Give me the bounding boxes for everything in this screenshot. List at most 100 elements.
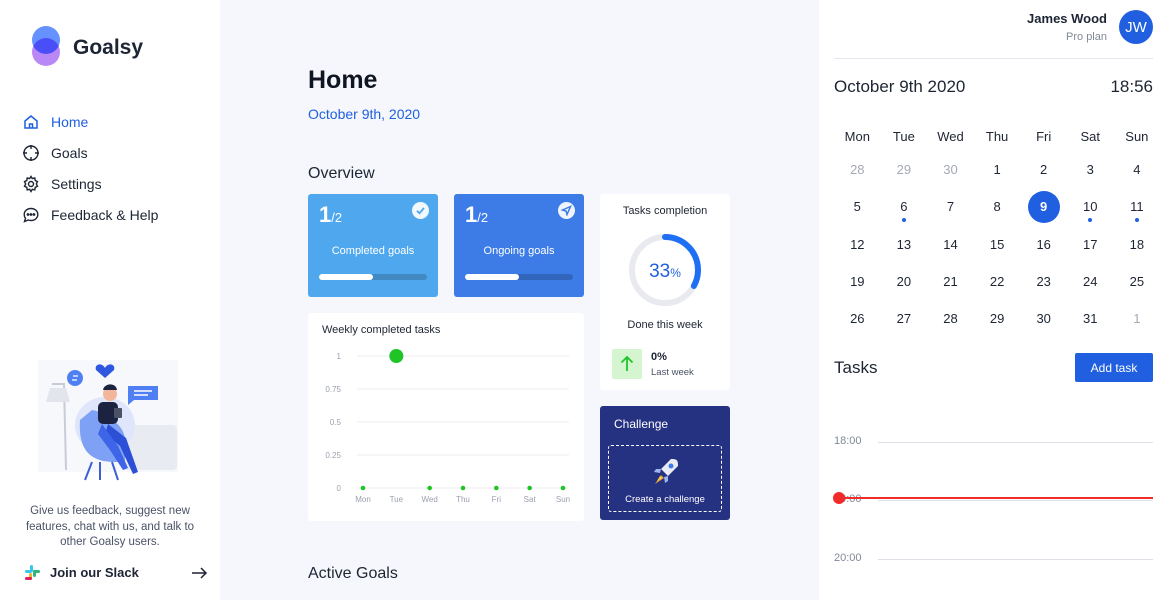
calendar-week-row: 12 13 14 15 16 17 18 (834, 226, 1160, 263)
calendar-day[interactable]: 20 (881, 263, 928, 300)
sidebar-item-label: Home (51, 113, 89, 130)
calendar-day[interactable]: 5 (834, 188, 881, 225)
calendar-day[interactable]: 17 (1067, 226, 1114, 263)
ongoing-goals-card[interactable]: 1/2 Ongoing goals (454, 194, 584, 297)
timeline-line (878, 500, 1153, 501)
avatar[interactable]: JW (1119, 10, 1153, 44)
x-tick-label: Sun (556, 495, 570, 504)
calendar-day[interactable]: 18 (1114, 226, 1161, 263)
calendar-day-number: 8 (993, 199, 1001, 215)
tasks-completion-percent: 33% (649, 261, 681, 282)
calendar-day[interactable]: 4 (1114, 151, 1161, 188)
target-icon (22, 144, 40, 162)
x-tick-label: Tue (390, 495, 404, 504)
divider (834, 58, 1153, 59)
x-tick-label: Thu (456, 495, 470, 504)
calendar-day[interactable]: 1 (1114, 300, 1161, 337)
slack-label: Join our Slack (50, 565, 139, 580)
calendar-day[interactable]: 27 (881, 300, 928, 337)
create-challenge-button[interactable]: Create a challenge (608, 445, 722, 512)
brand-name: Goalsy (73, 36, 144, 59)
calendar-day[interactable]: 1 (974, 151, 1021, 188)
sidebar-item-home[interactable]: Home (22, 106, 158, 137)
calendar-day-number: 25 (1129, 274, 1145, 290)
calendar-day-number: 16 (1036, 236, 1051, 252)
calendar-day[interactable]: 30 (927, 151, 974, 188)
gear-icon (22, 174, 40, 193)
arrow-right-icon (191, 566, 208, 579)
calendar-day-number: 31 (1083, 311, 1098, 327)
calendar-day[interactable]: 23 (1020, 263, 1067, 300)
weekly-tasks-card: Weekly completed tasks 0 0.25 0.5 0.75 1 Mon T… (308, 313, 584, 521)
y-tick-label: 0.25 (325, 451, 341, 460)
join-slack-link[interactable]: Join our Slack (24, 564, 208, 581)
sidebar-item-settings[interactable]: Settings (22, 168, 158, 199)
weekday-label: Thu (985, 128, 1009, 144)
calendar-day-number: 9 (1027, 190, 1060, 223)
calendar-day-number: 19 (850, 274, 865, 290)
calendar-day[interactable]: 13 (881, 226, 928, 263)
challenge-title: Challenge (614, 417, 669, 431)
calendar-day-number: 27 (896, 311, 912, 327)
calendar-day[interactable]: 29 (881, 151, 928, 188)
sidebar-item-label: Goals (51, 144, 88, 161)
calendar-day[interactable]: 30 (1020, 300, 1067, 337)
sidebar: Goalsy Home Goals Settings Feedback & He… (0, 0, 220, 600)
calendar-day-number: 26 (850, 311, 865, 327)
calendar-day-number: 3 (1086, 162, 1094, 178)
sidebar-item-goals[interactable]: Goals (22, 137, 158, 168)
calendar-day-number: 29 (989, 311, 1005, 327)
calendar-day-number: 30 (943, 162, 958, 178)
completed-goals-card[interactable]: 1/2 Completed goals (308, 194, 438, 297)
calendar-day-number: 5 (853, 199, 861, 215)
calendar-day[interactable]: 7 (927, 188, 974, 225)
calendar-day[interactable]: 12 (834, 226, 881, 263)
calendar-day[interactable]: 3 (1067, 151, 1114, 188)
y-tick-label: 0.5 (330, 418, 342, 427)
current-time-dot (833, 492, 845, 504)
calendar-day[interactable]: 15 (974, 226, 1021, 263)
y-tick-label: 1 (337, 352, 342, 361)
calendar-day[interactable]: 19 (834, 263, 881, 300)
check-icon (412, 202, 429, 219)
chart-point (389, 349, 404, 363)
calendar-day[interactable]: 22 (974, 263, 1021, 300)
calendar-day[interactable]: 28 (927, 300, 974, 337)
completed-goals-count: 1/2 (319, 202, 343, 227)
calendar-day[interactable]: 14 (927, 226, 974, 263)
overview-title: Overview (308, 165, 375, 182)
tasks-title: Tasks (834, 358, 878, 377)
calendar-day[interactable]: 2 (1020, 151, 1067, 188)
calendar-day-number: 15 (989, 236, 1005, 252)
x-tick-label: Mon (355, 495, 371, 504)
calendar-day[interactable]: 11 (1114, 188, 1161, 225)
create-challenge-label: Create a challenge (625, 494, 705, 505)
calendar-day[interactable]: 31 (1067, 300, 1114, 337)
calendar-day[interactable]: 26 (834, 300, 881, 337)
calendar-day[interactable]: 8 (974, 188, 1021, 225)
x-tick-label: Wed (422, 495, 438, 504)
chart-point (560, 485, 566, 491)
calendar-day-number: 28 (850, 162, 865, 178)
sidebar-item-label: Feedback & Help (51, 206, 159, 223)
page-title: Home (308, 66, 378, 94)
add-task-button[interactable]: Add task (1075, 353, 1153, 382)
calendar-day[interactable]: 6 (881, 188, 928, 225)
sidebar-item-feedback[interactable]: Feedback & Help (22, 199, 158, 230)
calendar-day-number: 2 (1040, 162, 1048, 178)
chart-point (460, 485, 466, 491)
timeline-line (878, 559, 1153, 560)
calendar-day[interactable]: 29 (974, 300, 1021, 337)
calendar-day[interactable]: 16 (1020, 226, 1067, 263)
calendar-day-number: 11 (1130, 199, 1144, 215)
last-week-label: Last week (651, 367, 694, 378)
calendar-day[interactable]: 24 (1067, 263, 1114, 300)
calendar-day[interactable]: 10 (1067, 188, 1114, 225)
slack-icon (24, 564, 41, 581)
calendar-day[interactable]: 28 (834, 151, 881, 188)
calendar-day[interactable]: 21 (927, 263, 974, 300)
completed-goals-label: Completed goals (331, 245, 415, 257)
goalsy-logo-icon (30, 26, 64, 68)
calendar-day[interactable]: 25 (1114, 263, 1161, 300)
calendar-day-selected[interactable]: 9 (1020, 188, 1067, 225)
